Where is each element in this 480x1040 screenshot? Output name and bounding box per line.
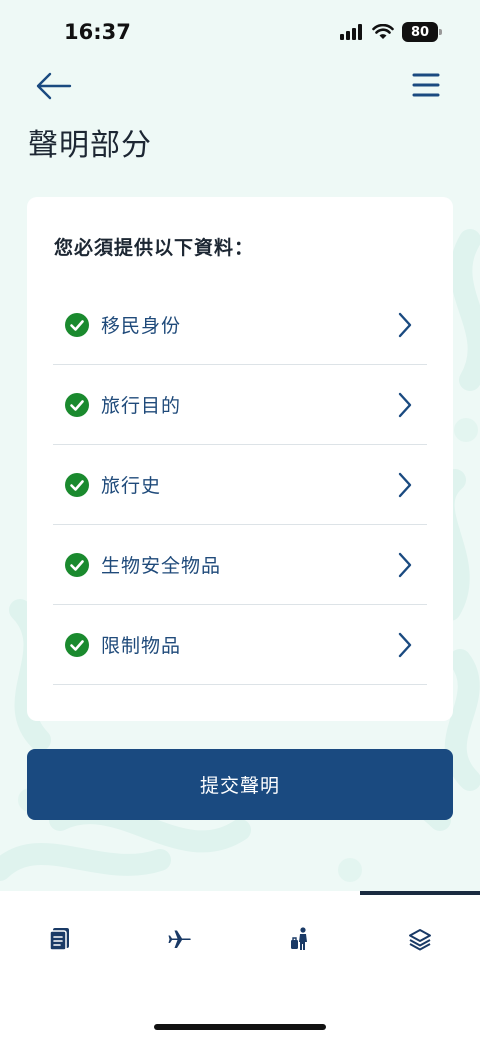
active-tab-indicator [360, 891, 480, 895]
tab-documents[interactable] [0, 921, 120, 957]
bottom-tab-bar [0, 891, 480, 1040]
section-list: 移民身份 旅行目的 旅行史 生物安全物品 限制物品 [53, 285, 427, 685]
card-heading: 您必須提供以下資料： [54, 237, 255, 259]
check-circle-icon [65, 472, 89, 497]
status-time: 16:37 [64, 20, 131, 44]
check-circle-icon [65, 552, 89, 577]
tab-declarations[interactable] [360, 921, 480, 957]
list-item-travel-purpose[interactable]: 旅行目的 [53, 365, 427, 445]
submit-declaration-button[interactable]: 提交聲明 [27, 749, 453, 820]
check-circle-icon [65, 392, 89, 417]
chevron-right-icon [398, 312, 412, 338]
list-item-biosecurity-items[interactable]: 生物安全物品 [53, 525, 427, 605]
back-arrow-icon[interactable] [34, 68, 74, 104]
page-title: 聲明部分 [28, 128, 152, 163]
declaration-card: 您必須提供以下資料： 移民身份 旅行目的 旅行史 生物安全物品 限制物品 [27, 197, 453, 721]
chevron-right-icon [398, 472, 412, 498]
document-icon [49, 928, 69, 951]
airplane-icon [168, 930, 191, 948]
list-item-label: 移民身份 [101, 315, 182, 337]
list-item-immigration-status[interactable]: 移民身份 [53, 285, 427, 365]
home-indicator [154, 1024, 326, 1030]
layers-icon [409, 929, 431, 951]
chevron-right-icon [398, 632, 412, 658]
chevron-right-icon [398, 392, 412, 418]
battery-level: 80 [410, 24, 430, 40]
tab-traveler[interactable] [240, 921, 360, 957]
traveler-icon [291, 927, 307, 950]
hamburger-menu-icon[interactable] [412, 70, 440, 100]
list-item-label: 限制物品 [101, 635, 182, 657]
wifi-icon [372, 24, 394, 39]
list-item-label: 生物安全物品 [101, 555, 222, 577]
check-circle-icon [65, 312, 89, 337]
list-item-restricted-items[interactable]: 限制物品 [53, 605, 427, 685]
check-circle-icon [65, 632, 89, 657]
nav-bar [0, 66, 480, 106]
cellular-signal-icon [340, 24, 362, 40]
tab-flights[interactable] [120, 921, 240, 957]
list-item-label: 旅行目的 [101, 395, 182, 417]
battery-indicator: 80 [402, 22, 442, 42]
list-item-travel-history[interactable]: 旅行史 [53, 445, 427, 525]
status-icons: 80 [340, 22, 442, 42]
status-bar: 16:37 80 [0, 0, 480, 64]
list-item-label: 旅行史 [101, 475, 162, 497]
chevron-right-icon [398, 552, 412, 578]
